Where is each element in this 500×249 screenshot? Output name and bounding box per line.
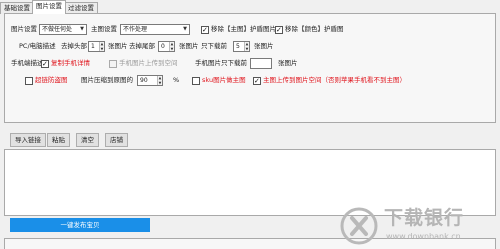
remove-head-label: 去掉头部 <box>61 42 87 50</box>
shop-button[interactable]: 店铺 <box>105 133 128 147</box>
unit-label: 张图片 <box>278 59 298 67</box>
upload-main-to-space-label: 主图上传到图片空间（否则苹果手机看不到主图） <box>263 76 406 84</box>
keep-first-stepper[interactable]: 5 ▲ ▼ <box>233 41 250 52</box>
mobile-keep-first-label: 手机图片只下载前 <box>195 59 247 67</box>
mobile-upload-space-checkbox[interactable] <box>109 60 117 68</box>
copy-mobile-detail-checkbox[interactable] <box>41 59 49 69</box>
unit-label: 张图片 <box>254 42 274 50</box>
copy-mobile-detail-label: 复制手机详情 <box>51 59 90 67</box>
tab-bar: 基础设置 图片设置 过滤设置 <box>0 0 500 14</box>
spin-arrows-icon[interactable]: ▲ ▼ <box>157 76 162 85</box>
remove-main-shield-checkbox[interactable] <box>201 25 209 35</box>
mobile-keep-first-input[interactable] <box>250 58 272 69</box>
spin-arrows-icon[interactable]: ▲ ▼ <box>99 42 104 51</box>
hotlink-protection-label: 超链防盗图 <box>35 76 68 84</box>
chevron-down-icon: ▼ <box>80 26 84 32</box>
sku-as-main-label: sku图片做主图 <box>202 76 246 84</box>
sku-as-main-checkbox[interactable] <box>192 77 200 85</box>
paste-button[interactable]: 粘贴 <box>47 133 70 147</box>
unit-label: 张图片 <box>108 42 128 50</box>
unit-label: 张图片 <box>179 42 199 50</box>
clear-button[interactable]: 清空 <box>76 133 99 147</box>
remove-tail-value: 0 <box>161 43 165 50</box>
watermark-title: 下载银行 <box>384 207 465 229</box>
image-setting-select-value: 不做任何处 <box>42 26 73 33</box>
compress-value: 90 <box>140 77 148 84</box>
remove-tail-label: 去掉尾部 <box>129 42 155 50</box>
remove-tail-stepper[interactable]: 0 ▲ ▼ <box>158 41 175 52</box>
hotlink-protection-checkbox[interactable] <box>25 77 33 85</box>
chevron-down-icon: ▼ <box>183 26 187 32</box>
remove-head-stepper[interactable]: 1 ▲ ▼ <box>88 41 105 52</box>
remove-main-shield-label: 移除【主图】护盾图片 <box>211 25 276 33</box>
tab-image-settings[interactable]: 图片设置 <box>32 0 66 14</box>
main-image-setting-label: 主图设置 <box>91 25 117 33</box>
remove-head-value: 1 <box>91 43 95 50</box>
publish-item-button[interactable]: 一键发布宝贝 <box>10 218 150 232</box>
main-image-setting-select-value: 不作处理 <box>123 26 148 33</box>
remove-color-shield-label: 移除【颜色】护盾图 <box>285 25 344 33</box>
image-setting-label: 图片设置 <box>11 25 37 33</box>
import-links-button[interactable]: 导入链接 <box>10 133 46 147</box>
remove-color-shield-checkbox[interactable] <box>275 25 283 35</box>
compress-stepper[interactable]: 90 ▲ ▼ <box>137 75 163 86</box>
mobile-upload-space-label: 手机图片上传到空间 <box>119 59 178 67</box>
pc-description-label: PC/电脑描述 <box>19 42 56 50</box>
compress-label: 图片压缩到原图的 <box>81 76 133 84</box>
upload-main-to-space-checkbox[interactable] <box>253 76 261 86</box>
watermark: 下载银行 www.downbank.cn <box>340 205 498 247</box>
image-setting-select[interactable]: 不做任何处 ▼ <box>39 24 87 35</box>
spin-arrows-icon[interactable]: ▲ ▼ <box>169 42 174 51</box>
spin-arrows-icon[interactable]: ▲ ▼ <box>244 42 249 51</box>
download-bank-logo-icon <box>340 207 378 245</box>
watermark-url: www.downbank.cn <box>386 232 461 241</box>
mobile-description-label: 手机端描述 <box>11 59 44 67</box>
percent-label: % <box>173 76 180 84</box>
image-settings-panel: 图片设置 不做任何处 ▼ 主图设置 不作处理 ▼ 移除【主图】护盾图片 移除【颜… <box>4 13 496 123</box>
keep-first-value: 5 <box>236 43 240 50</box>
main-image-setting-select[interactable]: 不作处理 ▼ <box>120 24 190 35</box>
keep-first-label: 只下载前 <box>201 42 227 50</box>
